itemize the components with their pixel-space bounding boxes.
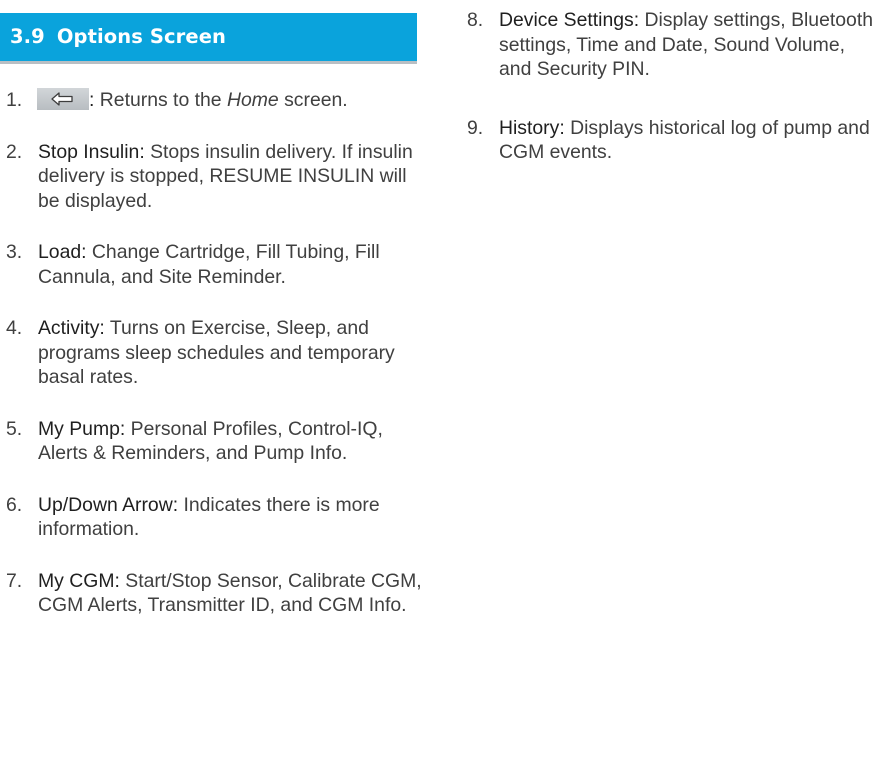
back-arrow-icon [37, 88, 89, 110]
home-screen-name: Home [226, 89, 279, 111]
item-term: Load: [38, 241, 87, 263]
list-item-history: 9. History: Displays historical log of p… [461, 116, 876, 165]
item-number: 3. [6, 241, 23, 263]
options-list-left-column: 1. : Returns to the Home screen. 2. Stop… [0, 88, 430, 645]
item-term: History: [499, 116, 565, 139]
options-list-right-column: 8. Device Settings: Display settings, Bl… [461, 8, 876, 199]
list-item-my-cgm: 7. My CGM: Start/Stop Sensor, Calibrate … [0, 569, 430, 618]
item-number: 9. [467, 116, 484, 139]
item-number: 7. [6, 569, 23, 592]
section-title: 3.9 Options Screen [10, 25, 226, 48]
section-number: 3.9 [10, 25, 45, 48]
item-term: My CGM: [38, 569, 120, 592]
item-term: Up/Down Arrow: [38, 493, 179, 516]
section-title-text: Options Screen [56, 25, 227, 48]
item-number: 8. [467, 9, 484, 31]
item-term: Stop Insulin: [38, 140, 145, 163]
item-term: Device Settings: [499, 9, 640, 31]
item-term: Activity: [38, 317, 105, 339]
list-item-device-settings: 8. Device Settings: Display settings, Bl… [461, 8, 876, 82]
item-text: Change Cartridge, Fill Tubing, Fill Cann… [38, 241, 380, 288]
section-header-bar: 3.9 Options Screen [0, 13, 417, 64]
item-text-end: screen. [278, 89, 348, 111]
item-number: 5. [6, 417, 23, 440]
list-item-up-down-arrow: 6. Up/Down Arrow: Indicates there is mor… [0, 493, 430, 542]
list-item-my-pump: 5. My Pump: Personal Profiles, Control-I… [0, 417, 430, 466]
item-number: 6. [6, 493, 23, 516]
item-term: My Pump: [38, 417, 126, 440]
list-item-activity: 4. Activity: Turns on Exercise, Sleep, a… [0, 316, 430, 390]
item-number: 4. [6, 317, 23, 339]
item-number: 1. [6, 89, 23, 111]
list-item-back: 1. : Returns to the Home screen. [0, 88, 430, 113]
item-number: 2. [6, 140, 23, 163]
list-item-load: 3. Load: Change Cartridge, Fill Tubing, … [0, 240, 430, 289]
item-text: Returns to the [94, 89, 227, 111]
list-item-stop-insulin: 2. Stop Insulin: Stops insulin delivery.… [0, 140, 430, 214]
